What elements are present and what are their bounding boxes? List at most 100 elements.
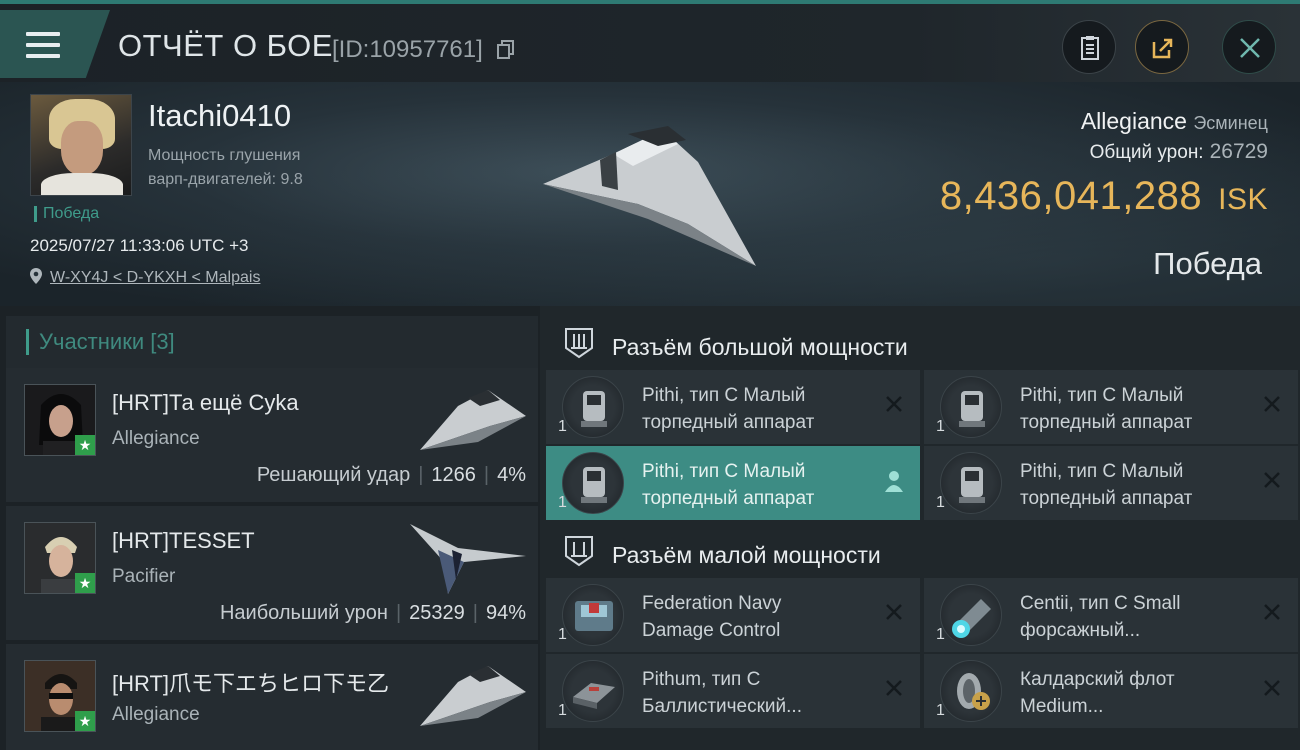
stat-label: Наибольший урон: [219, 602, 388, 624]
module-name: Pithi, тип C Малый торпедный аппарат: [1020, 385, 1193, 433]
destroyed-x-icon: [886, 604, 902, 620]
participant-ship: Allegiance: [112, 704, 200, 725]
torpedo-launcher-icon: [562, 452, 624, 514]
afterburner-icon: [940, 584, 1002, 646]
location-pin-icon: [30, 268, 42, 284]
isk-amount: 8,436,041,288: [939, 174, 1203, 218]
module-name: Pithi, тип C Малый торпедный аппарат: [642, 385, 815, 433]
clipboard-icon: [1081, 36, 1099, 60]
kill-datetime: 2025/07/27 11:33:06 UTC +3: [30, 236, 249, 255]
isk-unit: ISK: [1218, 183, 1268, 216]
fitting-panel: Разъём большой мощности 1 Pithi, тип C М…: [540, 306, 1300, 750]
participant-name: [HRT]TESSET: [112, 528, 255, 553]
ship-class: Эсминец: [1193, 113, 1268, 133]
total-damage: Общий урон: 26729: [1090, 140, 1268, 164]
low-slot-icon: [565, 536, 593, 567]
module-qty: 1: [936, 494, 945, 511]
hamburger-icon: [26, 32, 60, 58]
ballistic-control-icon: [562, 660, 624, 722]
victim-ship-image: [543, 126, 756, 266]
module-name: Калдарский флот Medium...: [1020, 669, 1175, 717]
high-slot-title: Разъём большой мощности: [612, 334, 908, 360]
pilot-stat-label: Мощность глушения: [148, 147, 301, 164]
participant-stats: Решающий удар | 1266 | 4%: [256, 464, 526, 486]
participant-ship-image: [410, 524, 526, 594]
module-item[interactable]: 1 Federation Navy Damage Control: [546, 578, 920, 652]
standing-star-icon: ★: [75, 435, 95, 455]
module-name: Pithi, тип C Малый торпедный аппарат: [642, 461, 815, 509]
kill-location[interactable]: W-XY4J < D-YKXH < Malpais: [30, 268, 260, 287]
participant-card[interactable]: ★ [HRT]爪モ下エちヒロ下モ乙 Allegiance: [6, 644, 538, 750]
module-qty: 1: [936, 702, 945, 719]
battle-result: Победа: [1153, 246, 1262, 281]
module-item[interactable]: 1 Калдарский флот Medium...: [924, 654, 1298, 728]
page-title: ОТЧЁТ О БОЕ: [118, 28, 333, 63]
module-qty: 1: [558, 494, 567, 511]
destroyed-x-icon: [1264, 680, 1280, 696]
report-id: [ID:10957761]: [332, 36, 483, 63]
destroyed-x-icon: [886, 680, 902, 696]
isk-value: 8,436,041,288 ISK: [940, 174, 1268, 219]
participants-panel: Участники [3] ★ [HRT]Та ещё Cyka Allegia…: [0, 306, 540, 750]
participant-ship: Pacifier: [112, 566, 176, 587]
destroyed-x-icon: [1264, 396, 1280, 412]
low-slot-header: Разъём малой мощности: [548, 520, 1300, 580]
copy-icon[interactable]: [497, 40, 515, 60]
participant-card[interactable]: ★ [HRT]TESSET Pacifier Наибольший урон | 2…: [6, 506, 538, 640]
close-button[interactable]: [1222, 20, 1276, 74]
ship-name: Allegiance: [1080, 108, 1187, 134]
high-slot-header: Разъём большой мощности: [548, 312, 1300, 372]
torpedo-launcher-icon: [940, 376, 1002, 438]
module-name: Pithum, тип C Баллистический...: [642, 669, 802, 717]
close-icon: [1240, 38, 1260, 58]
low-slot-title: Разъём малой мощности: [612, 542, 881, 568]
pilot-stat: Мощность глушения варп-двигателей: 9.8: [148, 144, 303, 192]
module-item-selected[interactable]: 1 Pithi, тип C Малый торпедный аппарат: [546, 446, 920, 520]
module-qty: 1: [558, 418, 567, 435]
module-name: Pithi, тип C Малый торпедный аппарат: [1020, 461, 1193, 509]
top-bar: ОТЧЁТ О БОЕ [ID:10957761]: [0, 0, 1300, 82]
high-slot-icon: [565, 328, 593, 359]
module-item[interactable]: 1 Pithi, тип C Малый торпедный аппарат: [924, 370, 1298, 444]
module-qty: 1: [558, 626, 567, 643]
stat-label: Решающий удар: [256, 464, 411, 486]
module-qty: 1: [936, 626, 945, 643]
module-item[interactable]: 1 Pithi, тип C Малый торпедный аппарат: [546, 370, 920, 444]
module-item[interactable]: 1 Pithi, тип C Малый торпедный аппарат: [924, 446, 1298, 520]
pilot-portrait[interactable]: [30, 94, 132, 196]
participant-ship-image: [420, 666, 526, 726]
participants-title: Участники [3]: [26, 329, 175, 355]
clipboard-button[interactable]: [1062, 20, 1116, 74]
participant-avatar: ★: [24, 384, 96, 456]
destroyed-x-icon: [1264, 472, 1280, 488]
destroyed-x-icon: [1264, 604, 1280, 620]
module-item[interactable]: 1 Pithum, тип C Баллистический...: [546, 654, 920, 728]
total-damage-value: 26729: [1209, 140, 1268, 163]
participants-header: Участники [3]: [6, 316, 538, 372]
share-button[interactable]: [1135, 20, 1189, 74]
standing-star-icon: ★: [75, 573, 95, 593]
shield-extender-icon: [940, 660, 1002, 722]
total-damage-label: Общий урон:: [1089, 142, 1204, 163]
participant-name: [HRT]Та ещё Cyka: [112, 390, 299, 415]
participant-card[interactable]: ★ [HRT]Та ещё Cyka Allegiance Решающий у…: [6, 368, 538, 502]
module-qty: 1: [558, 702, 567, 719]
location-link[interactable]: W-XY4J < D-YKXH < Malpais: [50, 269, 260, 286]
module-name: Federation Navy Damage Control: [642, 593, 782, 641]
menu-button[interactable]: [0, 10, 110, 78]
participant-ship: Allegiance: [112, 428, 200, 449]
participant-stats: Наибольший урон | 25329 | 94%: [219, 602, 526, 624]
pilot-name[interactable]: Itachi0410: [148, 98, 291, 134]
pilot-person-icon: [885, 471, 903, 492]
torpedo-launcher-icon: [940, 452, 1002, 514]
destroyed-x-icon: [886, 396, 902, 412]
participant-percent: 4%: [497, 464, 526, 486]
share-icon: [1152, 38, 1173, 59]
killmail-header: Itachi0410 Мощность глушения варп-двигат…: [0, 82, 1300, 306]
module-qty: 1: [936, 418, 945, 435]
module-name: Centii, тип C Small форсажный...: [1020, 593, 1181, 641]
victim-ship[interactable]: Allegiance Эсминец: [1081, 108, 1268, 135]
result-tag: Победа: [34, 206, 99, 222]
participant-avatar: ★: [24, 660, 96, 732]
module-item[interactable]: 1 Centii, тип C Small форсажный...: [924, 578, 1298, 652]
